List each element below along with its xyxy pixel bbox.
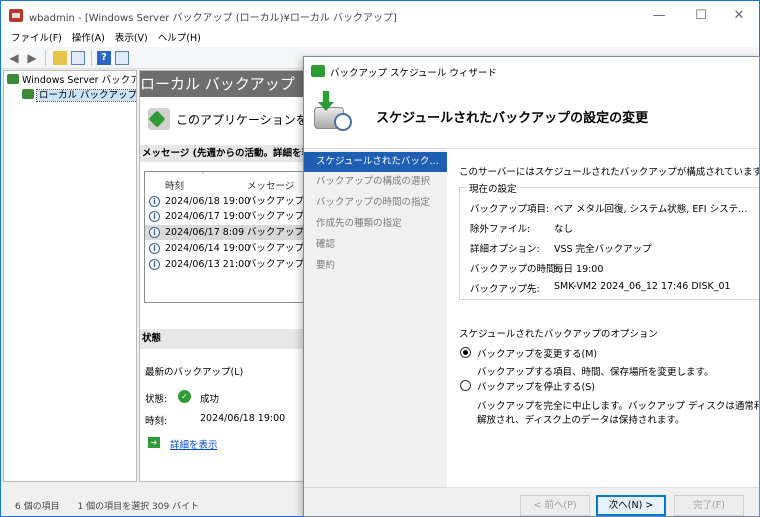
wizard-footer: < 前へ(P) 次へ(N) > 完了(F): [304, 487, 759, 516]
setting-value: なし: [554, 224, 574, 235]
messages-table: ˅ 時刻 メッセージ i 2024/06/18 19:00 バックアップ i 2…: [144, 171, 306, 303]
time-key: 時刻:: [145, 416, 168, 427]
back-button[interactable]: < 前へ(P): [520, 495, 590, 516]
current-settings-group: 現在の設定 バックアップ項目: ベア メタル回復, システム状態, EFI シス…: [459, 181, 759, 300]
details-arrow-icon: ➜: [148, 437, 160, 448]
backup-icon: [148, 108, 170, 130]
setting-value: VSS 完全バックアップ: [554, 244, 652, 255]
menu-view[interactable]: 表示(V): [110, 31, 153, 47]
stop-backup-radio[interactable]: [460, 380, 471, 391]
forward-arrow-icon[interactable]: ▶: [25, 51, 39, 65]
folder-up-icon[interactable]: [53, 51, 67, 65]
stop-backup-label[interactable]: バックアップを停止する(S): [477, 379, 595, 393]
state-section-header: 状態: [140, 329, 306, 349]
welcome-banner: このアプリケーションを使用: [148, 108, 306, 130]
modify-backup-label[interactable]: バックアップを変更する(M): [477, 346, 597, 360]
view-details-link[interactable]: 詳細を表示: [170, 437, 218, 451]
wizard-heading: スケジュールされたバックアップの設定の変更: [376, 111, 649, 126]
setting-value: SMK-VM2 2024_06_12 17:46 DISK_01: [554, 281, 731, 292]
table-row[interactable]: i 2024/06/17 19:00 バックアップ: [145, 209, 306, 224]
table-row[interactable]: i 2024/06/13 21:00 バックアップ: [145, 257, 306, 272]
step-scheduled-backup[interactable]: スケジュールされたバックアップ...: [304, 152, 447, 172]
info-icon: i: [149, 227, 160, 238]
info-icon: i: [149, 196, 160, 207]
stop-backup-desc-2: 解放され、ディスク上のデータは保持されます。: [477, 415, 685, 426]
step-confirmation[interactable]: 確認: [304, 235, 447, 255]
step-backup-time[interactable]: バックアップの時間の指定: [304, 193, 447, 213]
setting-value: 毎日 19:00: [554, 264, 604, 275]
modify-backup-desc: バックアップする項目、時間、保存場所を変更します。: [477, 367, 714, 378]
menu-action[interactable]: 操作(A): [67, 31, 110, 47]
step-backup-config[interactable]: バックアップの構成の選択: [304, 172, 447, 192]
setting-key: バックアップ先:: [470, 284, 540, 295]
window-title: wbadmin - [Windows Server バックアップ (ローカル)¥…: [29, 13, 397, 24]
info-icon: i: [149, 243, 160, 254]
setting-value: ベア メタル回復, システム状態, EFI システム パ...: [554, 204, 754, 215]
tree-item-local-backup[interactable]: ローカル バックアップ: [22, 89, 136, 103]
menu-bar: ファイル(F) 操作(A) 表示(V) ヘルプ(H): [1, 31, 759, 47]
backup-icon: [22, 89, 34, 99]
column-header-message[interactable]: メッセージ: [247, 178, 294, 192]
modify-backup-radio[interactable]: [460, 347, 471, 358]
menu-file[interactable]: ファイル(F): [6, 31, 67, 47]
finish-button[interactable]: 完了(F): [674, 495, 744, 516]
minimize-button[interactable]: —: [639, 5, 679, 27]
console-tree-icon[interactable]: [71, 51, 85, 65]
backup-schedule-wizard: バックアップ スケジュール ウィザード スケジュールされたバックアップの設定の変…: [303, 56, 760, 517]
backup-schedule-icon: [312, 91, 354, 133]
title-bar: wbadmin - [Windows Server バックアップ (ローカル)¥…: [1, 1, 759, 31]
setting-key: バックアップ項目:: [470, 204, 550, 215]
wizard-title: バックアップ スケジュール ウィザード: [330, 68, 497, 79]
sort-indicator-icon: ˅: [201, 172, 205, 180]
stop-backup-desc-1: バックアップを完全に中止します。バックアップ ディスクは通常利用向けに: [477, 401, 759, 412]
info-icon: i: [149, 211, 160, 222]
setting-key: 除外ファイル:: [470, 224, 531, 235]
wizard-icon: [311, 65, 325, 77]
column-header-time[interactable]: 時刻: [165, 178, 184, 192]
menu-help[interactable]: ヘルプ(H): [153, 31, 206, 47]
table-row[interactable]: i 2024/06/18 19:00 バックアップ: [145, 194, 306, 209]
tree-root-windows-server-backup[interactable]: Windows Server バックアップ: [7, 74, 136, 88]
last-backup-label: 最新のバックアップ(L): [145, 367, 244, 378]
console-tree: Windows Server バックアップ ローカル バックアップ: [3, 70, 137, 482]
current-settings-label: 現在の設定: [466, 181, 520, 195]
wizard-body: このサーバーにはスケジュールされたバックアップが構成されています。 現在の設定 …: [447, 150, 760, 487]
step-destination-type[interactable]: 作成先の種類の指定: [304, 214, 447, 234]
status-value: 成功: [200, 394, 220, 405]
maximize-button[interactable]: ☐: [681, 5, 721, 27]
action-pane-icon[interactable]: [115, 51, 129, 65]
wizard-header: スケジュールされたバックアップの設定の変更: [304, 85, 759, 149]
options-label: スケジュールされたバックアップのオプション: [459, 329, 658, 340]
intro-text: このサーバーにはスケジュールされたバックアップが構成されています。: [459, 167, 760, 178]
status-bar: 6 個の項目 1 個の項目を選択 309 バイト: [15, 502, 200, 512]
wizard-steps: スケジュールされたバックアップ... バックアップの構成の選択 バックアップの時…: [304, 150, 447, 487]
table-row[interactable]: i 2024/06/14 19:00 バックアップ: [145, 241, 306, 256]
time-value: 2024/06/18 19:00: [200, 413, 286, 424]
close-button[interactable]: ✕: [719, 5, 759, 27]
back-arrow-icon[interactable]: ◀: [7, 51, 21, 65]
table-row[interactable]: i 2024/06/17 8:09 バックアップ: [145, 225, 306, 240]
help-icon[interactable]: ?: [97, 51, 111, 65]
wizard-title-bar: バックアップ スケジュール ウィザード: [304, 57, 759, 85]
step-summary[interactable]: 要約: [304, 256, 447, 276]
info-icon: i: [149, 259, 160, 270]
backup-icon: [7, 74, 19, 84]
messages-section-header: メッセージ (先週からの活動。詳細を表示: [140, 145, 306, 162]
wbadmin-app-icon: [9, 9, 23, 22]
status-key: 状態:: [145, 394, 168, 405]
next-button[interactable]: 次へ(N) >: [596, 495, 666, 516]
setting-key: 詳細オプション:: [470, 244, 540, 255]
pane-header: ローカル バックアップ: [140, 71, 306, 97]
success-check-icon: ✓: [178, 390, 191, 403]
content-pane: ローカル バックアップ このアプリケーションを使用 メッセージ (先週からの活動…: [139, 70, 307, 482]
setting-key: バックアップの時間:: [470, 264, 559, 275]
